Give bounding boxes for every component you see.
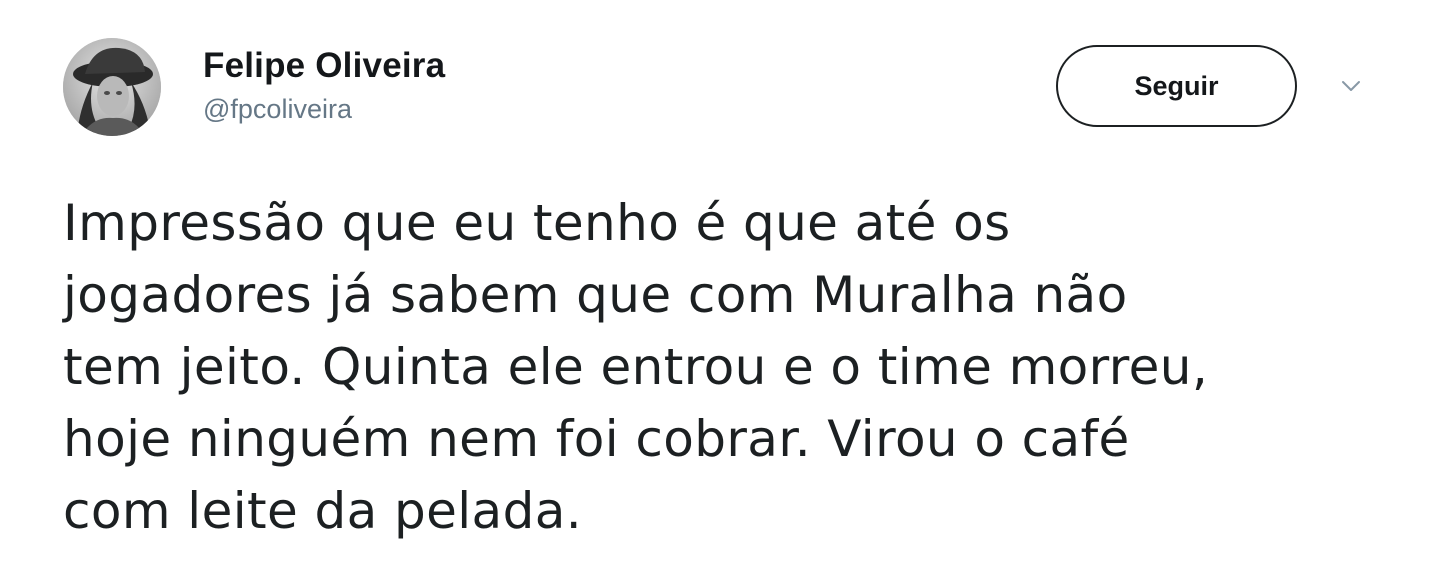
tweet-header: Felipe Oliveira @fpcoliveira Seguir	[63, 38, 1383, 158]
user-info[interactable]: Felipe Oliveira @fpcoliveira	[203, 44, 445, 126]
chevron-down-icon[interactable]	[1339, 74, 1363, 98]
avatar-photo-icon	[63, 38, 161, 136]
user-handle[interactable]: @fpcoliveira	[203, 92, 445, 126]
tweet-text: Impressão que eu tenho é que até os joga…	[63, 194, 1209, 540]
display-name[interactable]: Felipe Oliveira	[203, 44, 445, 88]
follow-button[interactable]: Seguir	[1056, 45, 1297, 127]
avatar[interactable]	[63, 38, 161, 136]
tweet-card: Felipe Oliveira @fpcoliveira Seguir Impr…	[0, 0, 1433, 575]
